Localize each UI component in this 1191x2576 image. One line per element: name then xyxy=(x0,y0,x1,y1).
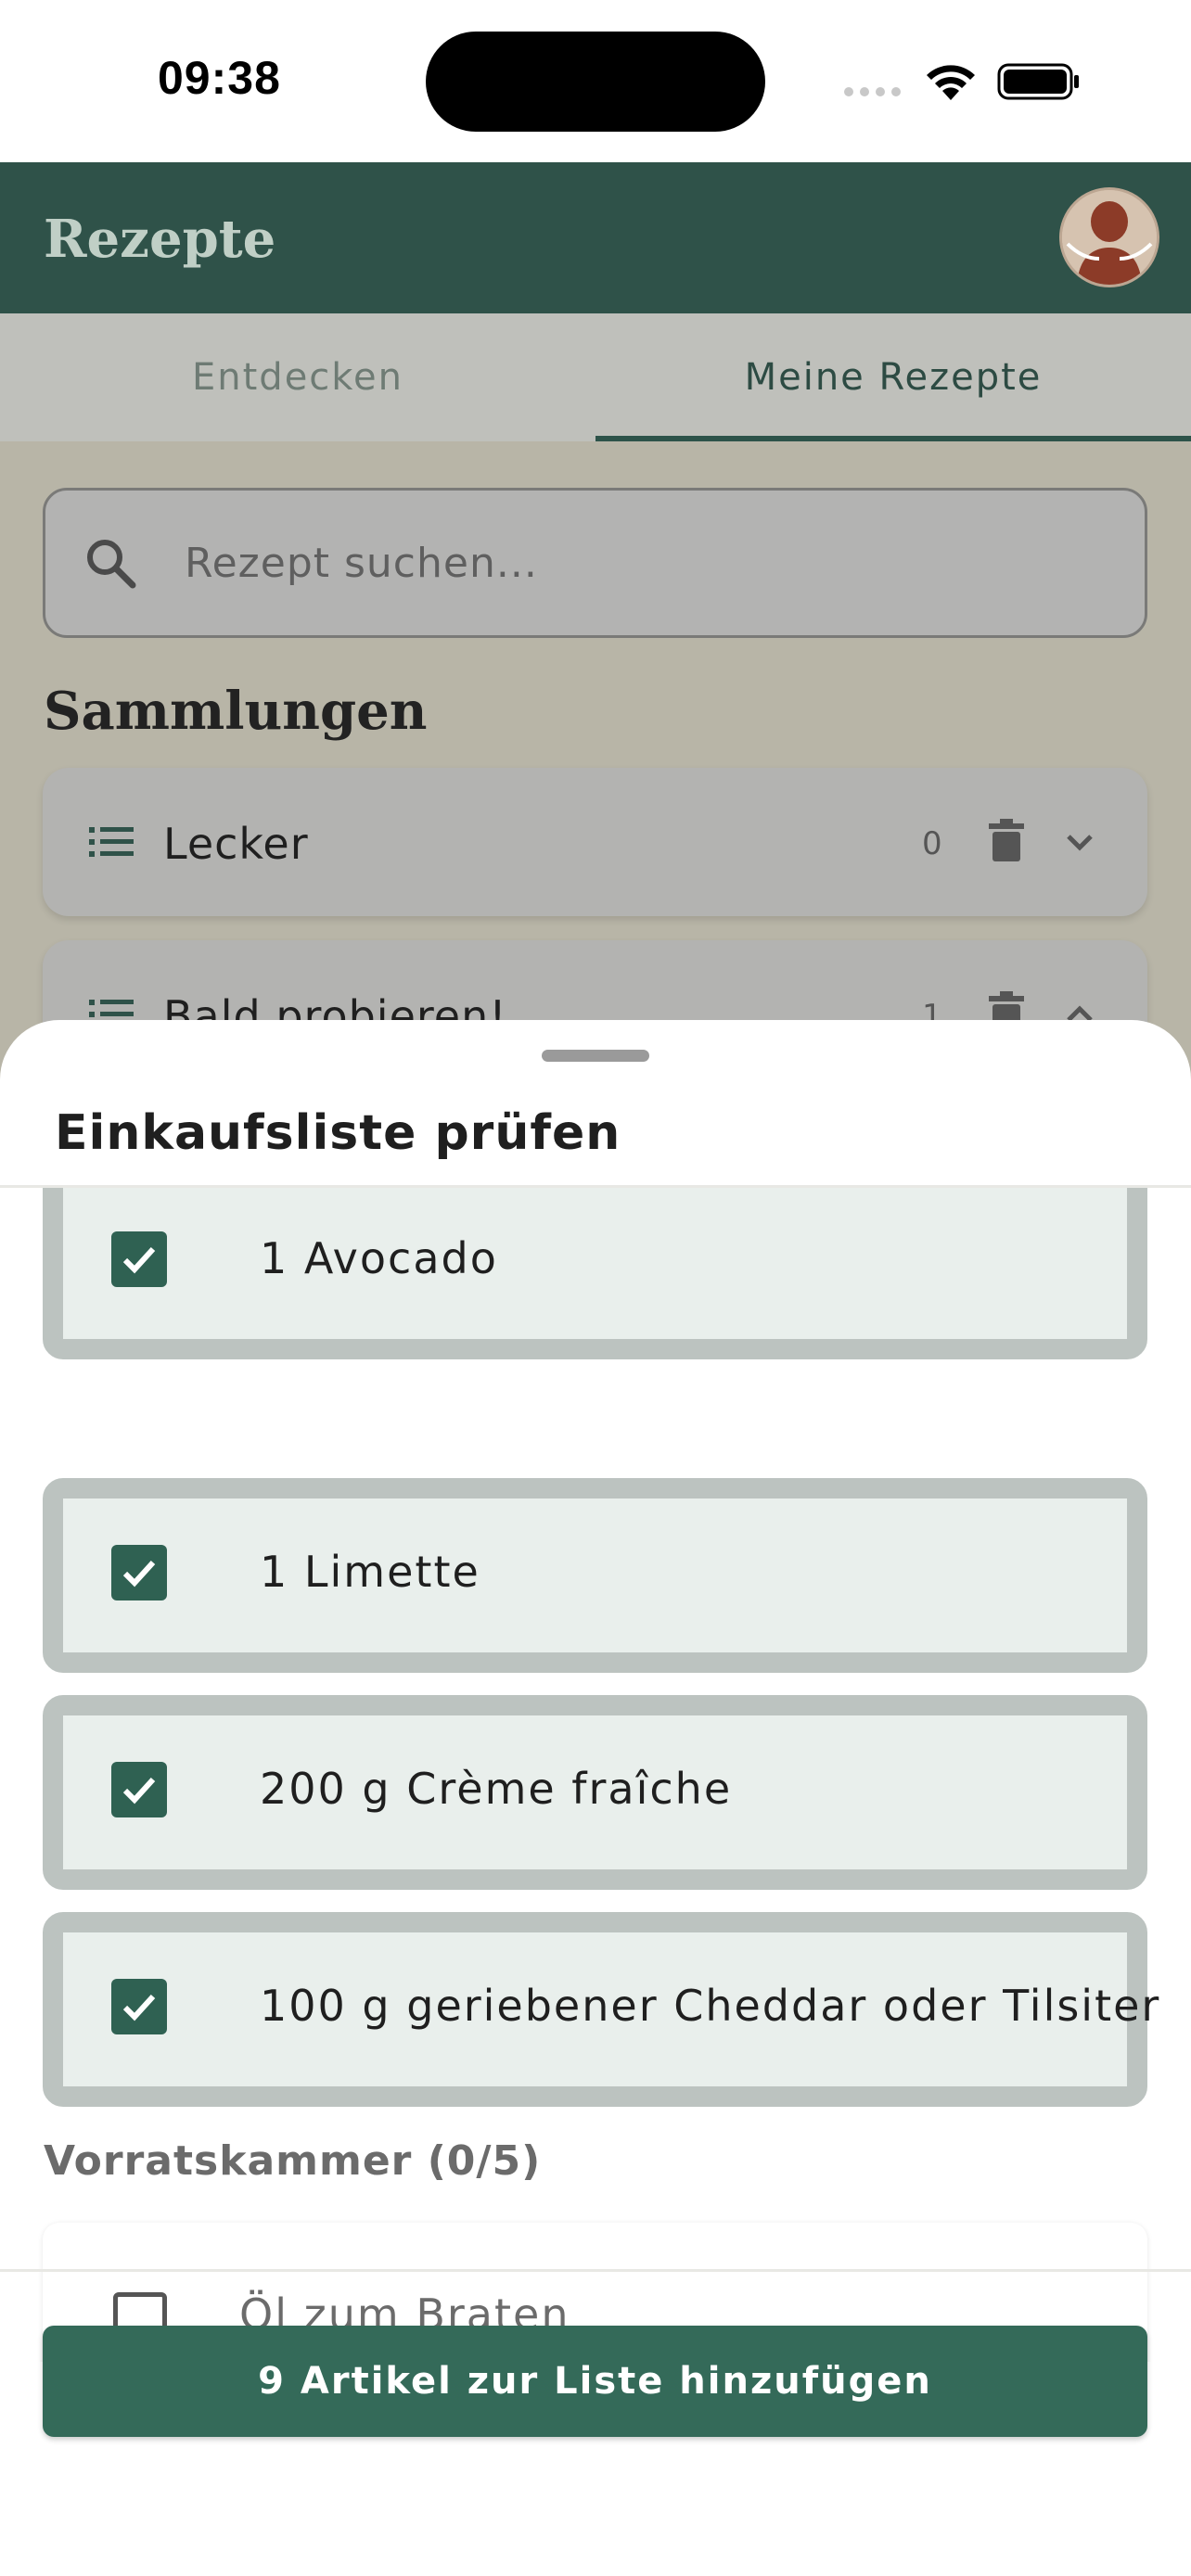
ingredient-item[interactable]: 1 Avocado xyxy=(43,1188,1147,1359)
ingredient-item[interactable]: 200 g Crème fraîche xyxy=(43,1695,1147,1890)
checkbox-checked[interactable] xyxy=(111,1762,167,1817)
add-to-list-button[interactable]: 9 Artikel zur Liste hinzufügen xyxy=(43,2326,1147,2437)
dynamic-island xyxy=(426,32,765,132)
search-field[interactable] xyxy=(43,488,1147,638)
ingredient-label: 1 Avocado xyxy=(260,1233,498,1283)
collection-count: 0 xyxy=(922,825,942,862)
battery-icon xyxy=(997,63,1079,100)
ingredient-list[interactable]: 1 Avocado 1 Limette 200 g Crème fraîche … xyxy=(0,1188,1191,2362)
avatar[interactable] xyxy=(1059,187,1159,287)
tab-entdecken[interactable]: Entdecken xyxy=(0,313,596,441)
shopping-list-sheet: Einkaufsliste prüfen 1 Avocado 1 Limette… xyxy=(0,1020,1191,2576)
tab-bar: Entdecken Meine Rezepte xyxy=(0,313,1191,441)
drag-handle[interactable] xyxy=(542,1050,649,1062)
footer-divider xyxy=(0,2269,1191,2272)
trash-icon[interactable] xyxy=(989,819,1024,861)
ingredient-label: 100 g geriebener Cheddar oder Tilsiter xyxy=(260,1981,1161,2031)
cellular-signal-icon xyxy=(844,87,901,96)
checkbox-checked[interactable] xyxy=(111,1231,167,1287)
avatar-person-icon xyxy=(1062,190,1157,285)
pantry-heading: Vorratskammer (0/5) xyxy=(44,2137,542,2185)
checkbox-checked[interactable] xyxy=(111,1545,167,1600)
tab-meine-rezepte[interactable]: Meine Rezepte xyxy=(596,313,1191,441)
search-icon xyxy=(87,540,136,589)
main-content: Sammlungen Lecker 0 Bald probieren! 1 xyxy=(0,441,1191,1090)
checkmark-icon xyxy=(122,1246,156,1274)
ingredient-item[interactable]: 1 Limette xyxy=(43,1478,1147,1673)
wifi-icon xyxy=(927,65,975,100)
status-time: 09:38 xyxy=(158,52,281,104)
collection-name: Lecker xyxy=(163,819,309,869)
app-bar: Rezepte xyxy=(0,162,1191,313)
app-title: Rezepte xyxy=(44,209,276,270)
search-input[interactable] xyxy=(185,491,1066,635)
collection-item[interactable]: Lecker 0 xyxy=(43,768,1147,916)
ingredient-label: 200 g Crème fraîche xyxy=(260,1764,733,1814)
checkmark-icon xyxy=(122,1777,156,1804)
checkbox-checked[interactable] xyxy=(111,1979,167,2034)
ingredient-label: 1 Limette xyxy=(260,1547,480,1597)
chevron-down-icon[interactable] xyxy=(1061,823,1098,861)
ingredient-item[interactable]: 100 g geriebener Cheddar oder Tilsiter xyxy=(43,1912,1159,2107)
checkmark-icon xyxy=(122,1994,156,2021)
sheet-title: Einkaufsliste prüfen xyxy=(55,1105,621,1161)
list-icon xyxy=(89,827,134,857)
checkmark-icon xyxy=(122,1560,156,1588)
collections-heading: Sammlungen xyxy=(44,681,428,742)
status-bar: 09:38 xyxy=(0,0,1191,162)
